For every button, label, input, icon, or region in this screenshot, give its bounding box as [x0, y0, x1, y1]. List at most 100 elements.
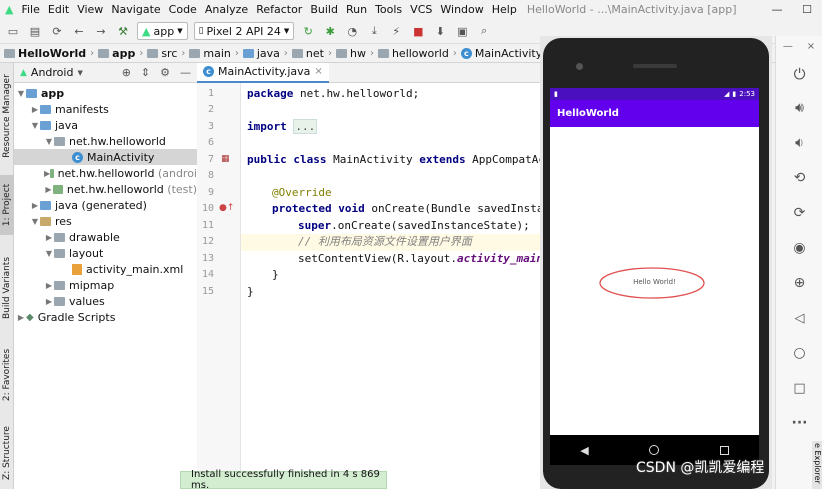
expand-arrow-icon[interactable]: ▼: [44, 249, 54, 258]
search-icon[interactable]: ⌕: [476, 23, 492, 39]
tree-node-activity-main-xml[interactable]: activity_main.xml: [14, 261, 197, 277]
nav-home-icon[interactable]: [649, 445, 660, 455]
minimize-icon[interactable]: —: [783, 41, 793, 52]
nav-back-icon[interactable]: ◀: [580, 444, 588, 457]
gear-icon[interactable]: ⚙: [160, 66, 170, 79]
tree-node-app[interactable]: ▼ app: [14, 85, 197, 101]
apply-changes-icon[interactable]: ⚡: [388, 23, 404, 39]
menu-navigate[interactable]: Navigate: [107, 0, 164, 19]
tree-node-package-main[interactable]: ▼ net.hw.helloworld: [14, 133, 197, 149]
back-icon[interactable]: ◁: [776, 306, 822, 330]
tab-structure[interactable]: Z: Structure: [0, 423, 14, 483]
menu-view[interactable]: View: [73, 0, 107, 19]
tree-node-gradle-scripts[interactable]: ▶ ◆ Gradle Scripts: [14, 309, 197, 325]
expand-arrow-icon[interactable]: ▶: [30, 105, 40, 114]
expand-arrow-icon[interactable]: ▶: [30, 201, 40, 210]
tab-project[interactable]: 1: Project: [0, 175, 14, 235]
back-icon[interactable]: ←: [71, 23, 87, 39]
profile-icon[interactable]: ◔: [344, 23, 360, 39]
menu-window[interactable]: Window: [436, 0, 487, 19]
debug-icon[interactable]: ✱: [322, 23, 338, 39]
tab-build-variants[interactable]: Build Variants: [0, 253, 14, 323]
avd-manager-icon[interactable]: ▣: [454, 23, 470, 39]
menu-vcs[interactable]: VCS: [406, 0, 436, 19]
tree-node-mainactivity[interactable]: c MainActivity: [14, 149, 197, 165]
forward-icon[interactable]: →: [93, 23, 109, 39]
overview-icon[interactable]: □: [776, 376, 822, 400]
volume-down-icon[interactable]: 🔉︎: [776, 131, 822, 155]
breadcrumb-main[interactable]: main: [185, 47, 234, 60]
tree-node-package-test[interactable]: ▶ net.hw.helloworld (test): [14, 181, 197, 197]
chevron-down-icon[interactable]: ▼: [77, 69, 82, 77]
tree-node-res[interactable]: ▼ res: [14, 213, 197, 229]
device-explorer-tab[interactable]: e Explorer: [812, 441, 822, 489]
stop-icon[interactable]: ■: [410, 23, 426, 39]
menu-edit[interactable]: Edit: [44, 0, 73, 19]
menu-help[interactable]: Help: [488, 0, 521, 19]
project-view-select[interactable]: Android: [31, 66, 74, 79]
screenshot-icon[interactable]: ◉: [776, 236, 822, 260]
tree-node-drawable[interactable]: ▶ drawable: [14, 229, 197, 245]
maximize-icon[interactable]: ☐: [792, 3, 822, 16]
tree-node-java[interactable]: ▼ java: [14, 117, 197, 133]
locate-icon[interactable]: ⊕: [122, 66, 131, 79]
minimize-icon[interactable]: —: [762, 3, 792, 16]
expand-arrow-icon[interactable]: ▶: [16, 313, 26, 322]
menu-code[interactable]: Code: [165, 0, 201, 19]
breadcrumb-hw[interactable]: hw: [332, 47, 370, 60]
hide-icon[interactable]: —: [180, 66, 191, 79]
breadcrumb-java[interactable]: java: [239, 47, 284, 60]
emulator-screen[interactable]: Hello World!: [550, 88, 759, 435]
sync-icon[interactable]: ⟳: [49, 23, 65, 39]
expand-arrow-icon[interactable]: ▶: [44, 233, 54, 242]
tree-node-manifests[interactable]: ▶ manifests: [14, 101, 197, 117]
expand-arrow-icon[interactable]: ▼: [16, 89, 26, 98]
power-icon[interactable]: ⏻: [776, 62, 822, 86]
sdk-manager-icon[interactable]: ⬇: [432, 23, 448, 39]
collapse-icon[interactable]: ⇕: [141, 66, 150, 79]
close-icon[interactable]: ×: [314, 66, 322, 77]
nav-recents-icon[interactable]: [719, 445, 729, 455]
menu-analyze[interactable]: Analyze: [201, 0, 252, 19]
breadcrumb-helloworld-pkg[interactable]: helloworld: [374, 47, 453, 60]
breadcrumb-app[interactable]: app: [94, 47, 139, 60]
expand-arrow-icon[interactable]: ▶: [44, 185, 53, 194]
volume-up-icon[interactable]: 🔊︎: [776, 96, 822, 120]
tree-node-values[interactable]: ▶ values: [14, 293, 197, 309]
save-all-icon[interactable]: ▤: [27, 23, 43, 39]
override-marker-icon[interactable]: ●↑: [219, 203, 234, 213]
menu-build[interactable]: Build: [306, 0, 342, 19]
more-icon[interactable]: ···: [776, 411, 822, 435]
code-editor[interactable]: package net.hw.helloworld; import ... pu…: [241, 83, 540, 489]
expand-arrow-icon[interactable]: ▶: [44, 281, 54, 290]
tab-resource-manager[interactable]: Resource Manager: [0, 71, 14, 161]
tree-node-package-androidtest[interactable]: ▶ net.hw.helloworld (androi: [14, 165, 197, 181]
open-folder-icon[interactable]: ▭: [5, 23, 21, 39]
rotate-left-icon[interactable]: ⟲: [776, 166, 822, 190]
install-notification[interactable]: Install successfully finished in 4 s 869…: [180, 469, 387, 489]
breadcrumb-mainactivity[interactable]: c MainActivity: [457, 47, 546, 60]
folded-imports[interactable]: ...: [293, 119, 318, 134]
breadcrumb-helloworld[interactable]: HelloWorld: [0, 47, 90, 60]
class-hierarchy-icon[interactable]: ▦: [221, 154, 230, 164]
breadcrumb-net[interactable]: net: [288, 47, 328, 60]
rotate-right-icon[interactable]: ⟳: [776, 201, 822, 225]
tree-node-layout[interactable]: ▼ layout: [14, 245, 197, 261]
attach-debugger-icon[interactable]: ⤓: [366, 23, 382, 39]
menu-run[interactable]: Run: [342, 0, 371, 19]
tab-favorites[interactable]: 2: Favorites: [0, 345, 14, 405]
tab-mainactivity-java[interactable]: c MainActivity.java ×: [197, 62, 329, 83]
zoom-icon[interactable]: ⊕: [776, 271, 822, 295]
breadcrumb-src[interactable]: src: [143, 47, 181, 60]
hammer-icon[interactable]: ⚒: [115, 23, 131, 39]
expand-arrow-icon[interactable]: ▼: [30, 217, 40, 226]
menu-tools[interactable]: Tools: [371, 0, 406, 19]
expand-arrow-icon[interactable]: ▶: [44, 297, 54, 306]
expand-arrow-icon[interactable]: ▼: [44, 137, 54, 146]
tree-node-mipmap[interactable]: ▶ mipmap: [14, 277, 197, 293]
menu-file[interactable]: File: [17, 0, 43, 19]
home-icon[interactable]: ○: [776, 341, 822, 365]
close-icon[interactable]: ×: [807, 41, 815, 52]
run-config-select[interactable]: ▲ app ▼: [137, 22, 188, 40]
tree-node-java-generated[interactable]: ▶ java (generated): [14, 197, 197, 213]
